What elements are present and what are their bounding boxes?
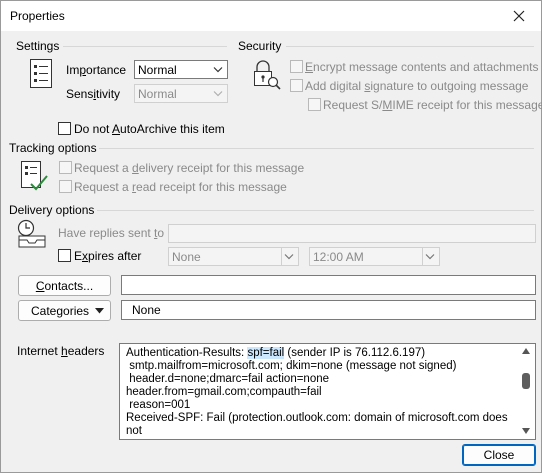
sensitivity-value: Normal bbox=[138, 87, 177, 101]
encrypt-label: Encrypt message contents and attachments bbox=[305, 60, 539, 74]
internet-headers-label: Internet headers bbox=[17, 344, 105, 358]
dropdown-triangle-icon bbox=[95, 308, 104, 314]
scroll-thumb[interactable] bbox=[522, 373, 530, 389]
read-receipt-label: Request a read receipt for this message bbox=[74, 180, 287, 194]
importance-value: Normal bbox=[138, 63, 177, 77]
contacts-button[interactable]: Contacts... bbox=[18, 275, 111, 296]
expires-checkbox[interactable] bbox=[58, 249, 71, 262]
expires-date-select[interactable]: None bbox=[168, 247, 299, 266]
expires-time-select[interactable]: 12:00 AM bbox=[309, 247, 440, 266]
signature-checkbox[interactable] bbox=[290, 79, 303, 92]
importance-select[interactable]: Normal bbox=[134, 60, 228, 79]
scroll-up-icon[interactable] bbox=[522, 348, 530, 354]
autoarchive-checkbox[interactable] bbox=[58, 122, 71, 135]
headers-scrollbar[interactable] bbox=[519, 346, 533, 437]
smime-label: Request S/MIME receipt for this message bbox=[323, 98, 542, 112]
close-window-button[interactable] bbox=[497, 1, 541, 31]
close-icon bbox=[513, 10, 525, 22]
read-receipt-checkbox[interactable] bbox=[59, 180, 72, 193]
autoarchive-label: Do not AutoArchive this item bbox=[74, 122, 225, 136]
close-button[interactable]: Close bbox=[462, 444, 536, 466]
expires-label: Expires after bbox=[74, 249, 142, 263]
tracking-divider bbox=[99, 148, 534, 149]
settings-properties-icon bbox=[30, 59, 52, 88]
smime-checkbox[interactable] bbox=[308, 98, 321, 111]
tracking-checklist-icon bbox=[21, 161, 48, 191]
properties-dialog: Properties Settings Importance Normal Se… bbox=[0, 0, 542, 473]
settings-group-label: Settings bbox=[16, 39, 60, 53]
security-lock-icon bbox=[254, 60, 281, 90]
internet-headers-text: Authentication-Results: spf=fail (sender… bbox=[126, 347, 508, 437]
delivery-group-label: Delivery options bbox=[9, 203, 95, 217]
sensitivity-label: Sensitivity bbox=[66, 87, 121, 101]
dropdown-separator bbox=[422, 248, 423, 265]
categories-field[interactable]: None bbox=[121, 300, 536, 320]
have-replies-label: Have replies sent to bbox=[58, 226, 165, 240]
delivery-clock-inbox-icon bbox=[17, 219, 46, 248]
delivery-divider bbox=[97, 210, 534, 211]
sensitivity-select[interactable]: Normal bbox=[134, 84, 228, 103]
window-title: Properties bbox=[10, 9, 65, 23]
chevron-down-icon bbox=[213, 91, 223, 97]
spf-fail-highlight: spf=fail bbox=[247, 347, 285, 359]
categories-value: None bbox=[132, 303, 161, 317]
tracking-group-label: Tracking options bbox=[9, 141, 97, 155]
expires-time-value: 12:00 AM bbox=[313, 250, 364, 264]
chevron-down-icon bbox=[425, 254, 435, 260]
chevron-down-icon bbox=[213, 67, 223, 73]
signature-label: Add digital signature to outgoing messag… bbox=[305, 79, 529, 93]
importance-label: Importance bbox=[66, 63, 127, 77]
chevron-down-icon bbox=[284, 254, 294, 260]
settings-divider bbox=[63, 46, 227, 47]
encrypt-checkbox[interactable] bbox=[290, 60, 303, 73]
delivery-receipt-label: Request a delivery receipt for this mess… bbox=[74, 161, 305, 175]
replies-to-field[interactable] bbox=[168, 224, 536, 243]
dropdown-separator bbox=[281, 248, 282, 265]
title-bar: Properties bbox=[1, 1, 541, 31]
internet-headers-textbox[interactable]: Authentication-Results: spf=fail (sender… bbox=[119, 343, 536, 440]
delivery-receipt-checkbox[interactable] bbox=[59, 161, 72, 174]
categories-button[interactable]: Cate g ories bbox=[18, 300, 111, 321]
security-group-label: Security bbox=[238, 39, 282, 53]
security-divider bbox=[286, 46, 534, 47]
scroll-down-icon[interactable] bbox=[522, 428, 530, 434]
expires-date-value: None bbox=[172, 250, 201, 264]
contacts-field[interactable] bbox=[121, 275, 536, 295]
